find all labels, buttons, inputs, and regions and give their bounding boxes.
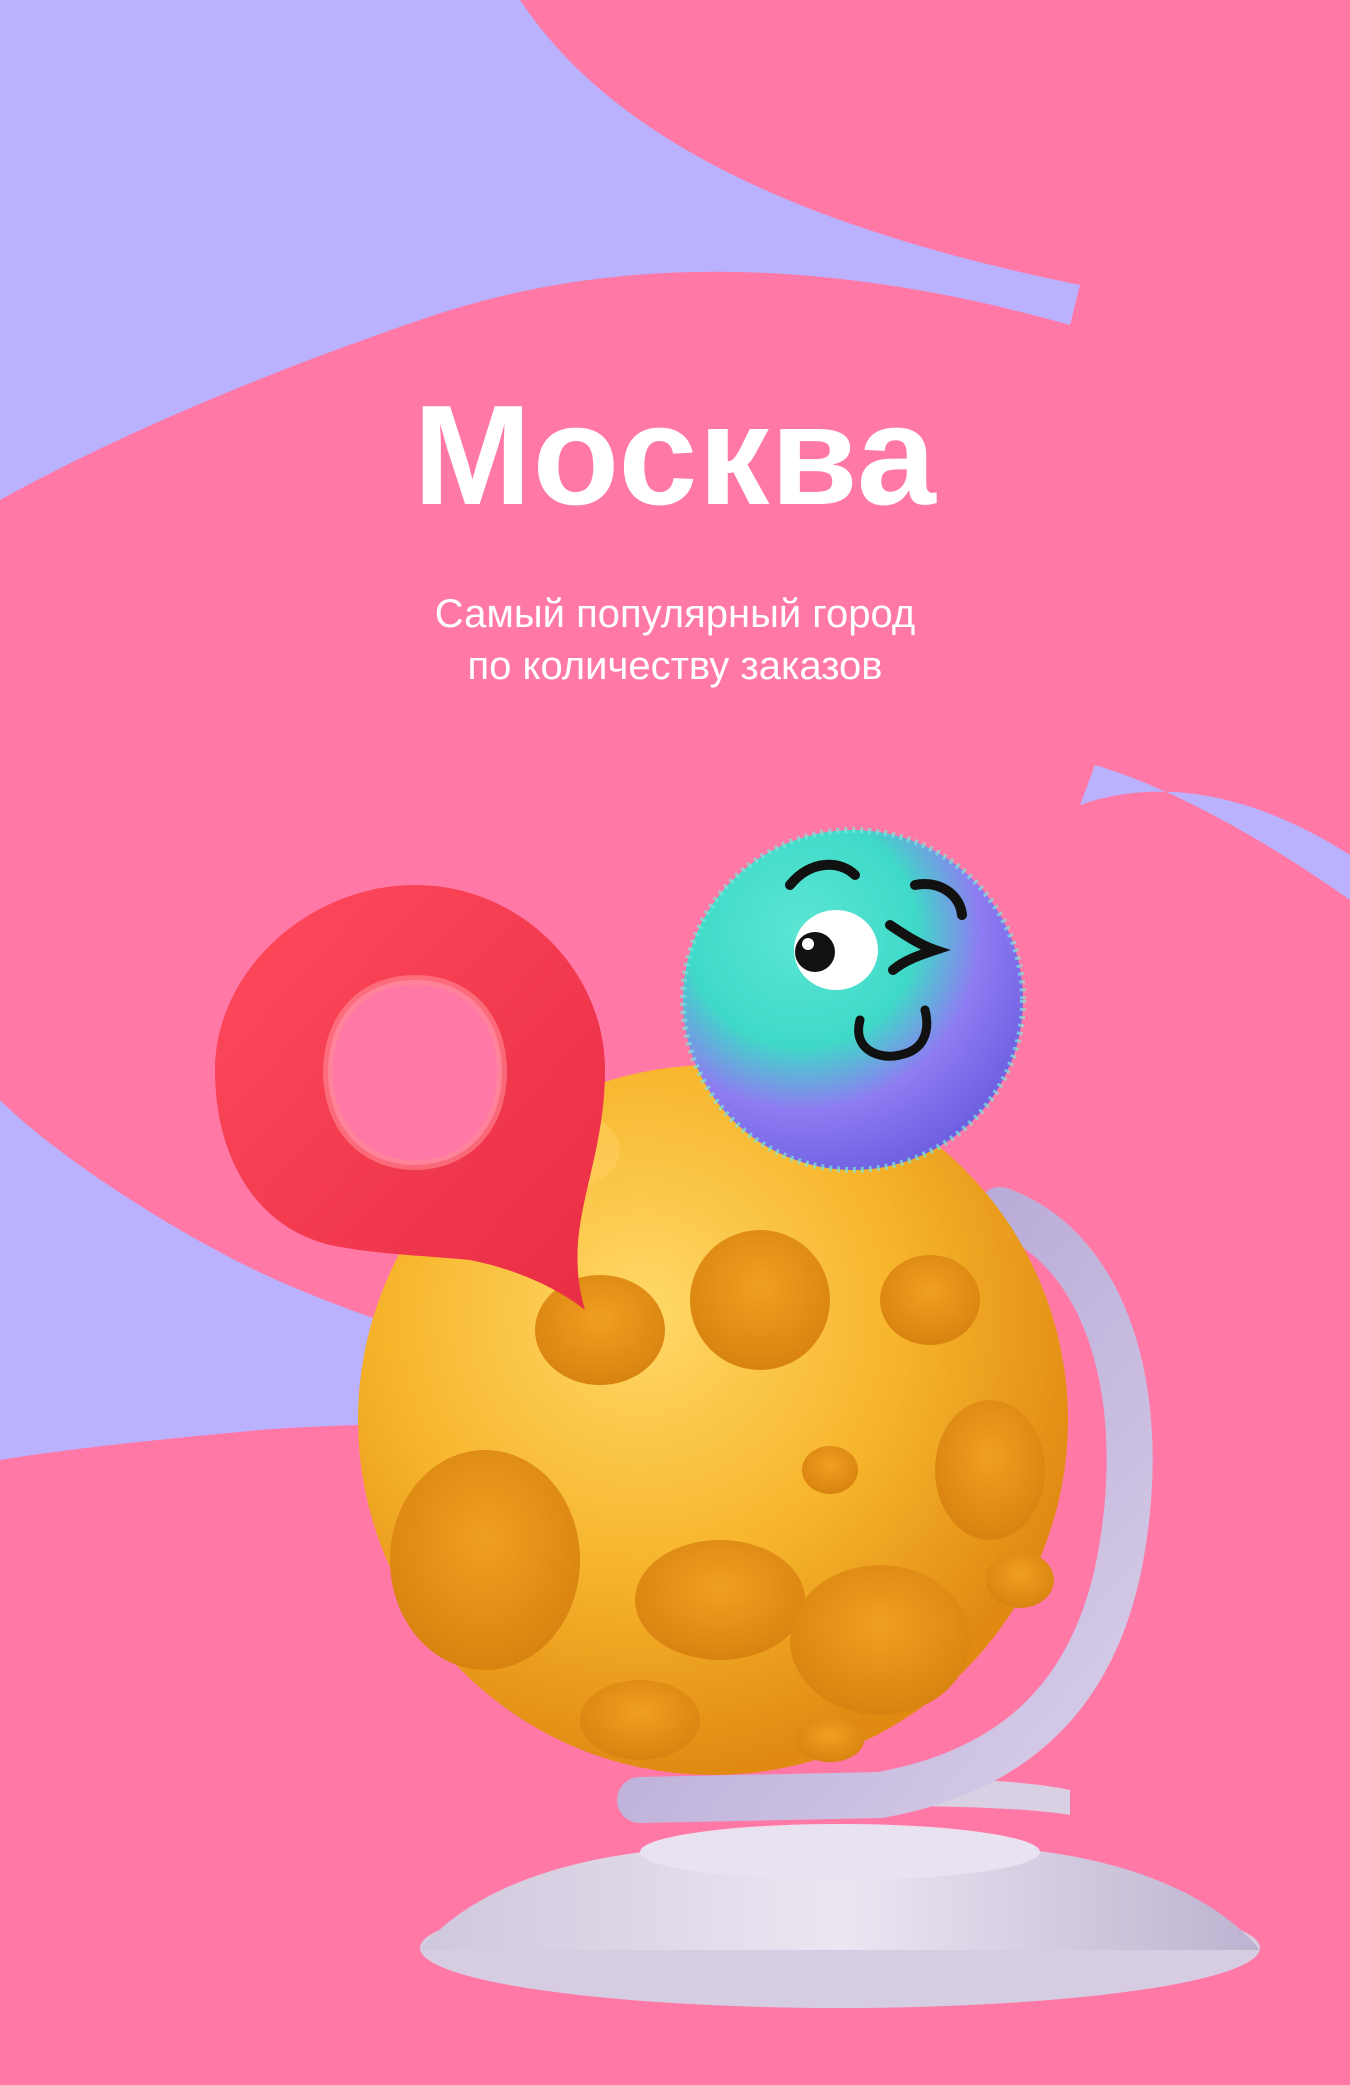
illustration (215, 827, 1260, 2008)
map-pin-icon (215, 885, 605, 1310)
fluffy-ball-mascot (680, 827, 1026, 1173)
